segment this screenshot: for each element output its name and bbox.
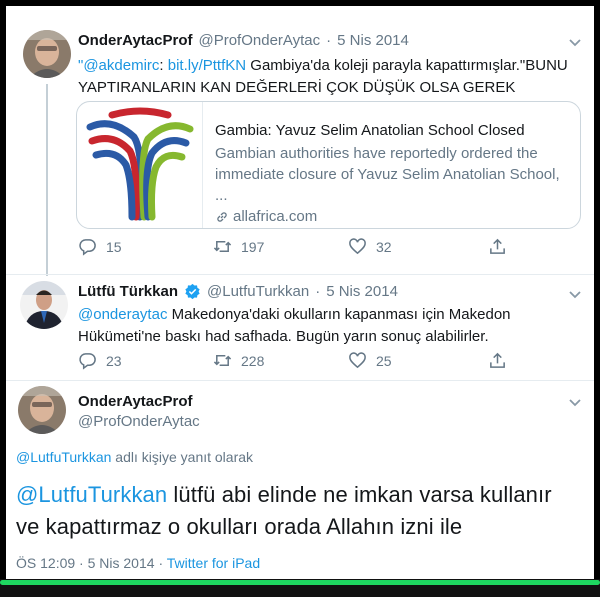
- tweet2-text: @onderaytac Makedonya'daki okulların kap…: [78, 304, 588, 348]
- separator-dot: ·: [326, 32, 332, 49]
- mention-link[interactable]: @onderaytac: [78, 306, 167, 323]
- text-line: ve kapattırmaz o okulları orada Allahın …: [16, 514, 463, 539]
- reply-count: 23: [106, 352, 122, 369]
- separator-dot: ·: [158, 555, 167, 571]
- chevron-down-icon[interactable]: [568, 290, 582, 300]
- link-icon: [217, 211, 227, 222]
- text-segment: :: [159, 57, 168, 74]
- separator-dot: ·: [79, 555, 88, 571]
- tweet1-text: "@akdemirc: bit.ly/PttfKN Gambiya'da kol…: [78, 55, 588, 99]
- card-description-line: immediate closure of Yavuz Selim Anatoli…: [215, 166, 560, 204]
- text-segment: Gambiya'da koleji parayla kapattırmışlar…: [246, 57, 568, 74]
- text-line: YAPTIRANLARIN KAN DEĞERLERİ ÇOK DÜŞÜK OL…: [78, 79, 516, 96]
- text-segment: Makedonya'daki okulların kapanması için …: [167, 306, 511, 323]
- chevron-down-icon[interactable]: [568, 38, 582, 48]
- mention-link[interactable]: "@akdemirc: [78, 57, 159, 74]
- tweet3-header: OnderAytacProf @ProfOnderAytac: [78, 392, 200, 432]
- tweet-meta: ÖS 12:09 · 5 Nis 2014 · Twitter for iPad: [16, 555, 260, 571]
- share-icon: [490, 238, 505, 254]
- divider: [6, 380, 594, 381]
- tweet2-actions: 23 228 25: [78, 351, 507, 370]
- tweet3-text: @LutfuTurkkan lütfü abi elinde ne imkan …: [16, 479, 586, 543]
- retweet-button[interactable]: 228: [213, 351, 348, 370]
- avatar-onderaytacprof[interactable]: [23, 30, 71, 78]
- tweet-meta-date[interactable]: 5 Nis 2014: [88, 555, 155, 571]
- tweet1-actions: 15 197 32: [78, 237, 507, 256]
- author-name[interactable]: Lütfü Türkkan: [78, 283, 178, 300]
- source-link[interactable]: Twitter for iPad: [167, 555, 260, 571]
- author-handle[interactable]: @ProfOnderAytac: [198, 32, 320, 49]
- url-link[interactable]: bit.ly/PttfKN: [168, 57, 246, 74]
- share-button[interactable]: [488, 237, 507, 256]
- like-count: 32: [376, 238, 392, 255]
- mention-link[interactable]: @LutfuTurkkan: [16, 482, 167, 507]
- reply-button[interactable]: 15: [78, 237, 213, 256]
- avatar-lutfuturkkan[interactable]: [20, 281, 68, 329]
- retweet-icon: [213, 240, 232, 253]
- share-icon: [490, 352, 505, 368]
- author-name[interactable]: OnderAytacProf: [78, 392, 200, 412]
- tweet-thread-screenshot: OnderAytacProf @ProfOnderAytac · 5 Nis 2…: [6, 6, 594, 579]
- tweet-date[interactable]: 5 Nis 2014: [337, 32, 409, 49]
- divider: [6, 274, 594, 275]
- separator-dot: ·: [315, 283, 321, 300]
- share-button[interactable]: [488, 351, 507, 370]
- retweet-count: 197: [241, 238, 265, 255]
- author-handle[interactable]: @LutfuTurkkan: [207, 283, 309, 300]
- retweet-icon: [213, 354, 232, 367]
- author-name[interactable]: OnderAytacProf: [78, 32, 192, 49]
- card-domain: allafrica.com: [233, 208, 318, 225]
- retweet-count: 228: [241, 352, 265, 369]
- thread-connector: [46, 84, 48, 276]
- retweet-button[interactable]: 197: [213, 237, 348, 256]
- card-title: Gambia: Yavuz Selim Anatolian School Clo…: [215, 122, 525, 139]
- card-content: Gambia: Yavuz Selim Anatolian School Clo…: [203, 102, 580, 228]
- reply-icon: [79, 239, 96, 256]
- reply-icon: [79, 353, 96, 370]
- card-description-line: Gambian authorities have reportedly orde…: [215, 145, 538, 162]
- reply-button[interactable]: 23: [78, 351, 213, 370]
- tweet-date[interactable]: 5 Nis 2014: [326, 283, 398, 300]
- like-button[interactable]: 25: [348, 351, 488, 370]
- like-icon: [349, 238, 366, 255]
- chevron-down-icon[interactable]: [568, 398, 582, 408]
- progress-bar: [0, 580, 600, 585]
- like-icon: [349, 352, 366, 369]
- reply-mention-link[interactable]: @LutfuTurkkan: [16, 449, 111, 465]
- link-preview-card[interactable]: Gambia: Yavuz Selim Anatolian School Clo…: [76, 101, 581, 229]
- card-domain-row: allafrica.com: [215, 206, 568, 227]
- tweet-time[interactable]: ÖS 12:09: [16, 555, 75, 571]
- allafrica-logo-icon: [86, 107, 193, 221]
- avatar-onderaytacprof[interactable]: [18, 386, 66, 434]
- tweet2-header: Lütfü Türkkan @LutfuTurkkan · 5 Nis 2014: [78, 283, 398, 300]
- like-button[interactable]: 32: [348, 237, 488, 256]
- reply-count: 15: [106, 238, 122, 255]
- like-count: 25: [376, 352, 392, 369]
- replying-to: @LutfuTurkkan adlı kişiye yanıt olarak: [16, 449, 253, 465]
- tweet1-header: OnderAytacProf @ProfOnderAytac · 5 Nis 2…: [78, 32, 409, 49]
- card-thumbnail: [77, 102, 203, 228]
- reply-suffix: adlı kişiye yanıt olarak: [111, 449, 254, 465]
- text-line: Hükümeti'ne baskı had safhada. Bugün yar…: [78, 328, 489, 345]
- verified-icon: [185, 283, 200, 300]
- author-handle[interactable]: @ProfOnderAytac: [78, 412, 200, 432]
- text-segment: lütfü abi elinde ne imkan varsa kullanır: [167, 482, 552, 507]
